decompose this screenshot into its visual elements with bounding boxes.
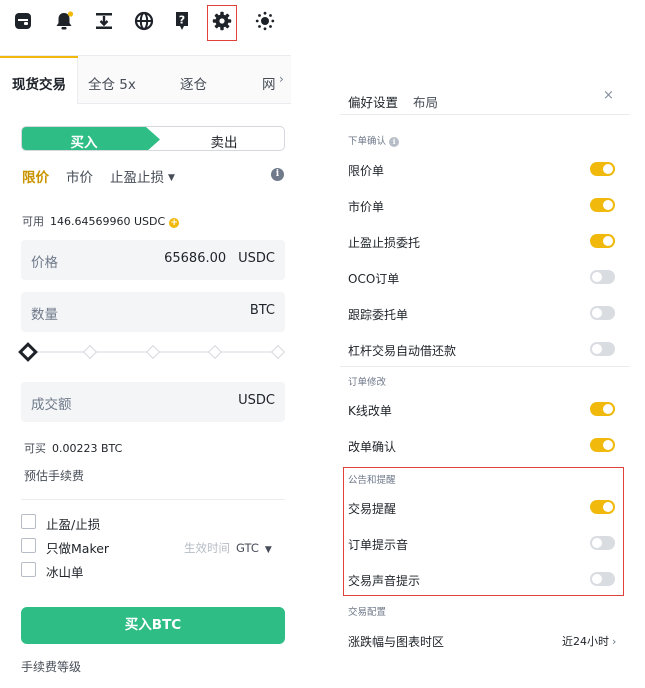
pref-timezone[interactable]: 涨跌幅与图表时区 [348,633,444,650]
toggle-modify-confirm[interactable] [590,438,615,452]
slider-stop-25[interactable] [82,344,98,360]
pref-order-sound: 订单提示音 [348,538,409,552]
toggle-trailing-stop[interactable] [590,306,615,320]
wallet-icon[interactable] [12,10,34,32]
pref-limit-order: 限价单 [348,164,385,178]
max-buy: 可买 0.00223 BTC [24,442,123,455]
buy-sell-toggle: 买入 卖出 [21,126,285,151]
slider-stop-50[interactable] [145,344,161,360]
pref-market-order: 市价单 [348,200,385,214]
tab-layout[interactable]: 布局 [413,92,438,111]
available-balance: 可用 146.64569960 USDC + [22,215,180,228]
sell-tab-label[interactable]: 卖出 [162,131,284,150]
toggle-oco-order[interactable] [590,270,615,284]
svg-text:?: ? [179,14,185,27]
toggle-trade-reminder[interactable] [590,500,615,514]
tab-grid[interactable]: 网 [262,73,276,93]
pref-stop-limit-order: 止盈止损委托 [348,236,421,250]
toggle-margin-auto-borrow[interactable] [590,342,615,356]
toggle-trade-sound[interactable] [590,572,615,586]
slider-handle[interactable] [18,342,38,362]
time-in-force-select[interactable]: 生效时间 GTC ▼ [184,540,272,556]
order-type-stop-limit[interactable]: 止盈止损 ▼ [110,166,175,186]
pref-trade-sound: 交易声音提示 [348,574,421,588]
tabs-scroll-right-icon[interactable]: › [279,72,284,86]
tab-isolated-margin[interactable]: 逐仓 [180,73,207,93]
order-panel: 现货交易 全仓 5x 逐仓 网 › 买入 卖出 限价 市价 止盈止损 ▼ i 可用… [0,55,291,688]
checkbox[interactable] [21,538,36,553]
price-value: 65686.00 [164,251,227,266]
order-type-limit[interactable]: 限价 [22,166,49,186]
section-notifications: 公告和提醒 [348,475,396,486]
section-order-modify: 订单修改 [348,377,387,388]
tab-cross-margin[interactable]: 全仓 5x [88,73,136,93]
amount-slider[interactable] [18,342,286,362]
info-icon[interactable]: i [271,168,284,181]
toggle-stop-limit-order[interactable] [590,234,615,248]
caret-down-icon: ▼ [168,173,175,183]
divider [21,499,285,500]
close-icon[interactable]: × [603,88,614,103]
toggle-market-order[interactable] [590,198,615,212]
pref-trade-reminder: 交易提醒 [348,502,397,516]
total-input[interactable]: 成交额 USDC [21,382,285,422]
pref-oco-order: OCO订单 [348,272,400,286]
estimated-fee: 预估手续费 [24,469,85,483]
price-input[interactable]: 价格 65686.00 USDC [21,240,285,280]
toggle-limit-order[interactable] [590,162,615,176]
amount-unit: BTC [249,303,275,318]
toggle-order-sound[interactable] [590,536,615,550]
pref-chart-modify: K线改单 [348,404,392,418]
section-trade-config: 交易配置 [348,607,387,618]
theme-icon[interactable] [254,10,276,32]
bell-icon[interactable] [53,10,75,32]
amount-input[interactable]: 数量 BTC [21,292,285,332]
add-funds-icon[interactable]: + [169,218,180,228]
chevron-right-icon: › [612,635,617,648]
help-icon[interactable]: ? [171,10,193,32]
info-icon[interactable]: i [389,137,400,147]
timezone-value[interactable]: 近24小时 › [562,633,616,649]
order-type-market[interactable]: 市价 [66,166,93,186]
total-unit: USDC [238,393,275,408]
globe-icon[interactable] [133,10,155,32]
slider-stop-100[interactable] [270,344,286,360]
tab-preferences[interactable]: 偏好设置 [348,92,398,111]
slider-stop-75[interactable] [207,344,223,360]
pref-margin-auto-borrow: 杠杆交易自动借还款 [348,344,457,358]
gear-highlight-box [207,5,237,41]
pref-trailing-stop: 跟踪委托单 [348,308,409,322]
download-icon[interactable] [93,10,115,32]
section-order-confirm: 下单确认 i [348,133,400,147]
price-unit: USDC [238,251,275,266]
toggle-chart-modify[interactable] [590,402,615,416]
top-toolbar: ? [0,0,300,46]
tab-spot[interactable]: 现货交易 [12,73,66,93]
caret-down-icon: ▼ [264,545,272,555]
checkbox[interactable] [21,562,36,577]
pref-modify-confirm: 改单确认 [348,440,397,454]
trade-mode-tabs: 现货交易 全仓 5x 逐仓 网 › [0,56,291,104]
buy-btc-button[interactable]: 买入BTC [21,607,285,644]
checkbox[interactable] [21,514,36,529]
buy-tab-label[interactable]: 买入 [22,131,146,150]
fee-level-link[interactable]: 手续费等级 [21,658,81,675]
preferences-panel: 偏好设置 布局 × 下单确认 i 限价单 市价单 止盈止损委托 OCO订单 跟踪… [340,82,630,682]
